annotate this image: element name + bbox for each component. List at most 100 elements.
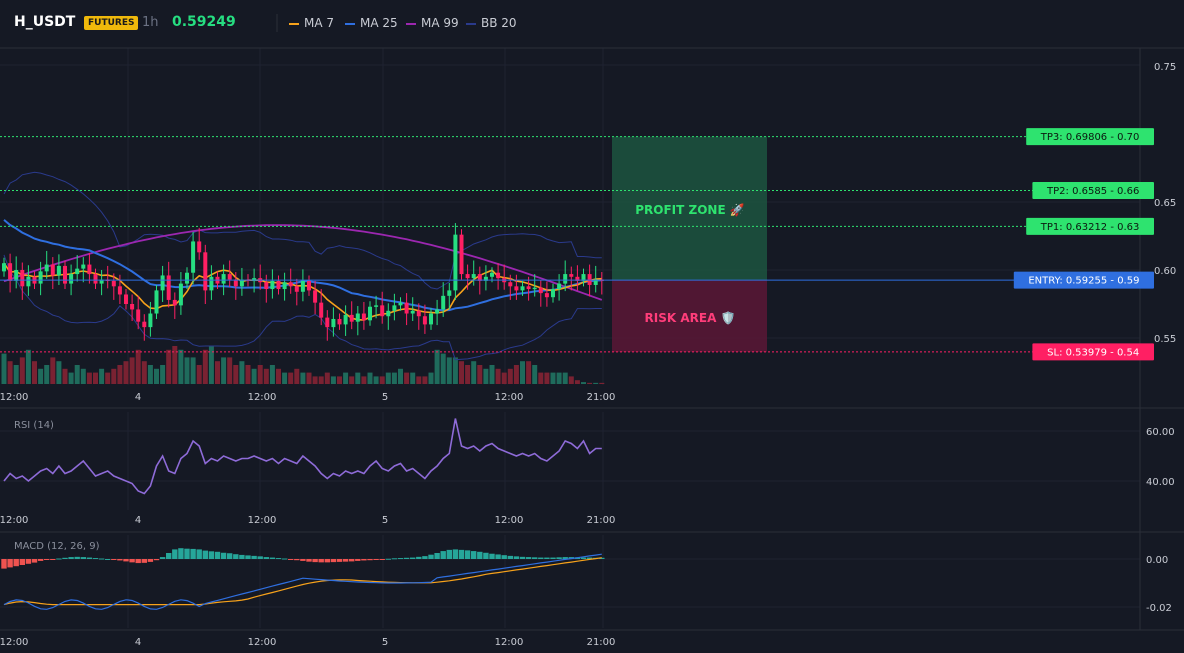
macd-hist-bar: [37, 559, 44, 561]
candle-body: [117, 286, 122, 295]
macd-pane: MACD (12, 26, 9) 0.00 -0.02: [1, 541, 1172, 614]
macd-hist-bar: [263, 557, 269, 559]
macd-hist-bar: [385, 558, 391, 560]
macd-hist-bar: [86, 557, 93, 559]
macd-hist-bar: [166, 553, 172, 559]
candle-body: [178, 283, 183, 306]
volume-bar: [532, 365, 538, 384]
macd-hist-bar: [7, 559, 13, 568]
volume-bar: [117, 365, 123, 384]
candle-body: [44, 264, 49, 272]
candle-body: [93, 274, 98, 284]
candle-body: [361, 313, 366, 321]
macd-hist-bar: [129, 559, 135, 563]
profit-zone-label: PROFIT ZONE 🚀: [635, 203, 745, 217]
candle-body: [14, 270, 19, 281]
candle-body: [270, 280, 275, 290]
volume-bar: [68, 372, 74, 384]
volume-bar: [239, 361, 245, 384]
volume-bar: [489, 365, 495, 384]
candle-body: [496, 272, 501, 279]
candle-body: [111, 280, 116, 287]
time-tick-label: 12:00: [0, 637, 28, 648]
volume-bar: [25, 349, 31, 384]
candle-body: [166, 275, 171, 300]
candle-body: [343, 314, 348, 325]
macd-hist-bar: [13, 559, 19, 567]
macd-hist-bar: [324, 559, 330, 563]
volume-bar: [160, 365, 166, 384]
candle-body: [404, 302, 409, 314]
time-tick-label: 12:00: [248, 392, 277, 403]
macd-hist-bar: [379, 559, 385, 560]
volume-bar: [19, 357, 25, 384]
macd-hist-bar: [483, 552, 489, 559]
macd-hist-bar: [184, 548, 190, 559]
macd-hist-bar: [202, 550, 208, 559]
macd-hist-bar: [141, 559, 147, 563]
volume-bar: [202, 349, 208, 384]
macd-hist-bar: [117, 559, 123, 561]
candle-body: [20, 270, 25, 287]
rsi-line: [3, 418, 602, 495]
volume-bar: [434, 349, 440, 384]
volume-bar: [318, 376, 324, 384]
macd-hist-bar: [294, 559, 300, 561]
macd-hist-bar: [495, 554, 501, 559]
time-tick-label: 4: [135, 515, 141, 526]
volume-bar: [294, 368, 300, 384]
candle-body: [410, 310, 415, 314]
chart-canvas[interactable]: PROFIT ZONE 🚀 RISK AREA 🛡️ TP3: 0.69806 -…: [0, 0, 1184, 653]
candle-body: [368, 306, 372, 321]
macd-hist-bar: [458, 549, 465, 559]
macd-hist-bar: [501, 555, 507, 559]
candle-body: [197, 241, 202, 253]
candle-body: [349, 314, 354, 322]
candle-body: [264, 282, 269, 290]
macd-hist-bar: [269, 557, 276, 559]
candle-body: [435, 309, 440, 314]
time-tick-label: 12:00: [0, 392, 28, 403]
candle-body: [416, 310, 421, 317]
volume-bar: [154, 368, 159, 384]
macd-hist-bar: [428, 554, 434, 559]
time-tick-label: 21:00: [587, 392, 616, 403]
macd-hist-bar: [56, 558, 62, 560]
macd-hist-bar: [312, 559, 318, 563]
candle-body: [532, 287, 537, 290]
candle-body: [50, 264, 55, 276]
macd-hist-bar: [355, 559, 361, 561]
volume-bar: [7, 361, 13, 384]
volume-bar: [306, 372, 312, 384]
time-tick-label: 5: [382, 637, 388, 648]
macd-hist-bar: [489, 553, 495, 559]
macd-hist-bar: [190, 548, 196, 559]
macd-hist-bar: [330, 559, 337, 563]
candle-body: [520, 286, 525, 291]
macd-hist-bar: [300, 559, 306, 561]
candle-body: [160, 275, 165, 291]
candle-body: [288, 282, 293, 287]
volume-bar: [86, 372, 92, 384]
macd-hist-bar: [464, 550, 471, 559]
macd-hist-bar: [342, 559, 349, 562]
volume-bar: [32, 361, 37, 384]
candle-body: [551, 289, 555, 298]
volume-bar: [312, 376, 318, 384]
volume-bar: [93, 372, 98, 384]
candlesticks: [2, 223, 604, 341]
macd-hist-bar: [403, 557, 410, 559]
macd-hist-bar: [397, 558, 404, 560]
candle-body: [142, 321, 147, 328]
volume-bar: [276, 368, 281, 384]
volume-bar: [574, 380, 580, 384]
level-label-sl: SL: 0.53979 - 0.54: [1047, 347, 1139, 358]
macd-hist-bar: [507, 555, 513, 559]
macd-hist-bar: [373, 559, 379, 560]
macd-hist-bar: [68, 557, 74, 559]
volume-bar: [367, 372, 373, 384]
volume-bar: [245, 365, 251, 384]
macd-hist-bar: [446, 549, 452, 559]
candle-body: [422, 316, 427, 325]
volume-bar: [166, 349, 172, 384]
